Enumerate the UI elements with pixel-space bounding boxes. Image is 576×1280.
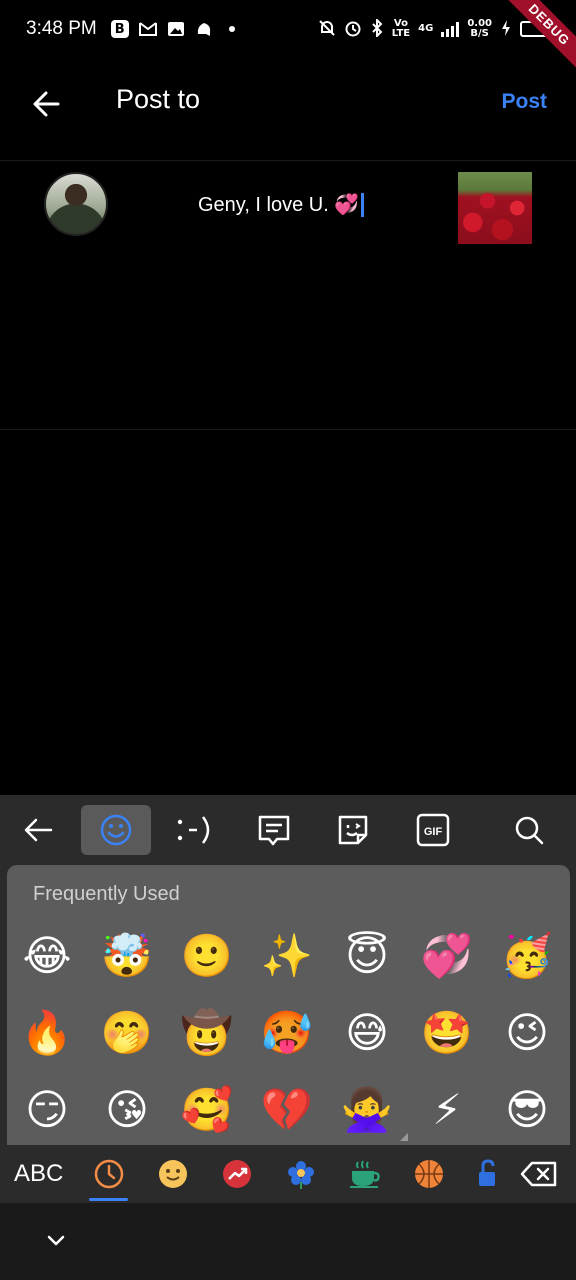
charging-icon [500, 19, 512, 40]
bluetooth-icon [370, 17, 384, 40]
emoji-key[interactable]: 😏 [7, 1071, 87, 1145]
emoji-grid-card: Frequently Used 😂 🤯 🙂 ✨ 😇 💞 🥳 🔥 🤭 🤠 🥵 😅 … [7, 865, 570, 1145]
volte-indicator: Vo LTE [391, 18, 411, 39]
nature-flower-icon [288, 1161, 314, 1189]
back-arrow-icon [33, 91, 60, 117]
smiley-icon [100, 814, 132, 846]
emoji-key[interactable]: 🤯 [87, 917, 167, 994]
emoji-key[interactable]: 🤭 [87, 994, 167, 1071]
category-activity[interactable] [412, 1151, 446, 1197]
emoji-key[interactable]: 😘 [87, 1071, 167, 1145]
search-icon [515, 816, 544, 845]
signal-strength-icon [441, 21, 460, 37]
emoji-key[interactable]: 😇 [327, 917, 407, 994]
alarm-icon [344, 19, 362, 40]
tab-stickers[interactable] [318, 805, 388, 855]
caption-text: Geny, I love U. 💞 [198, 194, 360, 216]
status-bar: 3:48 PM B Vo LTE 4G 0.00 B/S [0, 0, 576, 58]
emoji-key[interactable]: 🙅‍♀️ [327, 1071, 407, 1145]
emoticon-icon [177, 816, 210, 844]
category-trending[interactable] [220, 1151, 254, 1197]
emoji-key[interactable]: 💞 [407, 917, 487, 994]
active-category-indicator [89, 1198, 128, 1201]
caption-input[interactable]: Geny, I love U. 💞 [198, 192, 365, 217]
gif-icon: GIF [416, 813, 450, 847]
collapse-keyboard-button[interactable] [44, 1228, 68, 1252]
section-title: Frequently Used [33, 883, 180, 905]
post-thumbnail [458, 172, 532, 244]
b-icon: B [110, 20, 129, 38]
keyboard-back-button[interactable] [3, 805, 73, 855]
emoji-key[interactable]: ✨ [247, 917, 327, 994]
objects-icon [479, 1159, 495, 1186]
gmail-icon [138, 20, 157, 38]
emoji-key[interactable]: 🤠 [167, 994, 247, 1071]
emoji-key[interactable]: 🥰 [167, 1071, 247, 1145]
emoji-grid: 😂 🤯 🙂 ✨ 😇 💞 🥳 🔥 🤭 🤠 🥵 😅 🤩 😉 😏 😘 🥰 💔 🙅‍♀️… [7, 917, 570, 1145]
navigation-bar [0, 1203, 576, 1280]
header-divider [0, 160, 576, 161]
category-recent[interactable] [89, 1151, 129, 1197]
abc-keyboard-button[interactable]: ABC [14, 1151, 63, 1197]
network-type-indicator: 4G [418, 23, 434, 34]
food-cup-icon [350, 1160, 380, 1188]
category-food[interactable] [348, 1151, 382, 1197]
emoji-key[interactable]: 😎 [487, 1071, 567, 1145]
avatar [44, 172, 108, 236]
smileys-icon [159, 1160, 187, 1188]
emoji-key[interactable]: 🤩 [407, 994, 487, 1071]
page-title: Post to [116, 84, 201, 114]
text-cursor [361, 192, 365, 217]
emoji-key[interactable]: 🔥 [7, 994, 87, 1071]
trending-icon [223, 1160, 251, 1188]
backspace-icon [520, 1161, 557, 1187]
back-button[interactable] [28, 86, 64, 122]
emoji-toolbar: GIF [0, 795, 576, 865]
network-speed: 0.00 B/S [467, 18, 492, 39]
backspace-button[interactable] [516, 1151, 562, 1197]
composer-divider [0, 429, 576, 430]
emoji-keyboard: GIF Frequently Used 😂 🤯 🙂 ✨ 😇 💞 🥳 🔥 🤭 🤠 … [0, 795, 576, 1203]
tab-emoticon[interactable] [160, 805, 230, 855]
more-notifications-dot [228, 26, 235, 32]
photos-icon [167, 20, 185, 38]
category-objects[interactable] [474, 1151, 500, 1197]
category-smileys[interactable] [156, 1151, 190, 1197]
emoji-key[interactable]: ⚡ [407, 1071, 487, 1145]
emoji-key[interactable]: 😉 [487, 994, 567, 1071]
category-nature[interactable] [284, 1151, 318, 1197]
mute-icon [318, 19, 336, 40]
tab-text-quick[interactable] [239, 805, 309, 855]
emoji-key[interactable]: 😂 [7, 917, 87, 994]
app-bar: Post to Post [0, 58, 576, 160]
tab-gif[interactable]: GIF [398, 805, 468, 855]
emoji-key[interactable]: 🥵 [247, 994, 327, 1071]
sticker-icon [338, 815, 368, 845]
emoji-search-button[interactable] [494, 805, 564, 855]
message-icon [258, 815, 290, 846]
tab-emoji[interactable] [81, 805, 151, 855]
resize-handle [400, 1133, 408, 1141]
recent-clock-icon [94, 1159, 124, 1189]
back-arrow-icon [24, 818, 53, 842]
emoji-key[interactable]: 🥳 [487, 917, 567, 994]
post-button[interactable]: Post [501, 90, 547, 114]
emoji-category-bar: ABC [0, 1145, 576, 1203]
status-time: 3:48 PM [26, 18, 97, 39]
emoji-key[interactable]: 😅 [327, 994, 407, 1071]
svg-text:GIF: GIF [424, 826, 443, 838]
sports-ball-icon [415, 1160, 443, 1188]
notification-icon [195, 20, 213, 38]
emoji-key[interactable]: 💔 [247, 1071, 327, 1145]
chevron-down-icon [47, 1235, 65, 1246]
emoji-key[interactable]: 🙂 [167, 917, 247, 994]
